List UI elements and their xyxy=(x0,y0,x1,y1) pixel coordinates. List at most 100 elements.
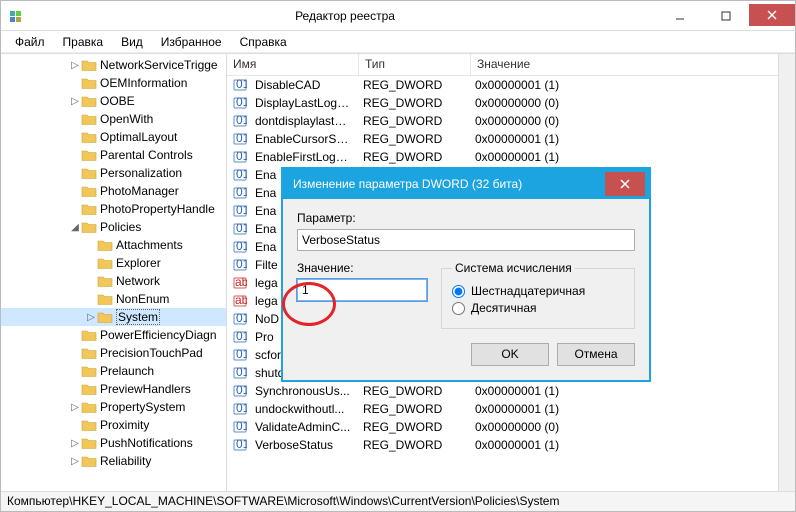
menu-edit[interactable]: Правка xyxy=(55,33,112,51)
col-type[interactable]: Тип xyxy=(359,54,471,75)
reg-value-icon: 011 xyxy=(231,258,249,272)
svg-text:011: 011 xyxy=(236,312,247,325)
svg-text:011: 011 xyxy=(236,438,247,451)
expander-icon[interactable]: ▷ xyxy=(69,456,81,467)
tree-item-label: System xyxy=(116,309,160,325)
reg-value-icon: 011 xyxy=(231,78,249,92)
list-row[interactable]: 011SynchronousUs...REG_DWORD0x00000001 (… xyxy=(227,382,795,400)
tree-item[interactable]: Attachments xyxy=(1,236,226,254)
list-row[interactable]: 011VerboseStatusREG_DWORD0x00000001 (1) xyxy=(227,436,795,454)
svg-text:011: 011 xyxy=(236,150,247,163)
radio-hex[interactable]: Шестнадцатеричная xyxy=(452,284,624,298)
expander-icon[interactable]: ▷ xyxy=(69,438,81,449)
ok-button[interactable]: OK xyxy=(471,343,549,366)
tree-item[interactable]: Parental Controls xyxy=(1,146,226,164)
tree-item[interactable]: OpenWith xyxy=(1,110,226,128)
tree-item[interactable]: ▷OOBE xyxy=(1,92,226,110)
svg-text:ab: ab xyxy=(235,294,247,307)
cell-name: DisplayLastLogo... xyxy=(249,96,357,110)
tree-item[interactable]: PhotoPropertyHandle xyxy=(1,200,226,218)
tree-item[interactable]: Network xyxy=(1,272,226,290)
list-row[interactable]: 011DisplayLastLogo...REG_DWORD0x00000000… xyxy=(227,94,795,112)
menubar: Файл Правка Вид Избранное Справка xyxy=(1,31,795,53)
tree-item[interactable]: NonEnum xyxy=(1,290,226,308)
tree-item[interactable]: OEMInformation xyxy=(1,74,226,92)
maximize-button[interactable] xyxy=(703,4,749,28)
tree-item-label: OpenWith xyxy=(100,112,153,126)
param-name-field[interactable] xyxy=(297,229,635,251)
tree-item[interactable]: OptimalLayout xyxy=(1,128,226,146)
expander-icon[interactable]: ▷ xyxy=(69,402,81,413)
tree-item[interactable]: PreviewHandlers xyxy=(1,380,226,398)
list-row[interactable]: 011dontdisplaylastu...REG_DWORD0x0000000… xyxy=(227,112,795,130)
tree-item[interactable]: Proximity xyxy=(1,416,226,434)
svg-text:011: 011 xyxy=(236,78,247,91)
svg-text:011: 011 xyxy=(236,96,247,109)
tree-item[interactable]: PrecisionTouchPad xyxy=(1,344,226,362)
col-value[interactable]: Значение xyxy=(471,54,795,75)
svg-text:011: 011 xyxy=(236,222,247,235)
tree-item[interactable]: ▷Reliability xyxy=(1,452,226,470)
svg-text:011: 011 xyxy=(236,366,247,379)
folder-icon xyxy=(81,418,97,432)
radio-hex-input[interactable] xyxy=(452,285,465,298)
svg-text:011: 011 xyxy=(236,402,247,415)
cell-value: 0x00000001 (1) xyxy=(469,132,795,146)
tree-item[interactable]: ▷ System xyxy=(1,308,226,326)
close-button[interactable] xyxy=(749,4,795,26)
list-row[interactable]: 011undockwithoutl...REG_DWORD0x00000001 … xyxy=(227,400,795,418)
cell-type: REG_DWORD xyxy=(357,96,469,110)
tree-item-label: PrecisionTouchPad xyxy=(100,346,203,360)
list-row[interactable]: 011EnableFirstLogo...REG_DWORD0x00000001… xyxy=(227,148,795,166)
expander-icon[interactable]: ▷ xyxy=(69,96,81,107)
expander-icon[interactable]: ▷ xyxy=(85,312,97,323)
tree-pane[interactable]: ▷NetworkServiceTrigge OEMInformation ▷OOBE… xyxy=(1,54,227,491)
tree-item[interactable]: Explorer xyxy=(1,254,226,272)
tree-item[interactable]: ▷PropertySystem xyxy=(1,398,226,416)
col-name[interactable]: Имя xyxy=(227,54,359,75)
menu-file[interactable]: Файл xyxy=(7,33,53,51)
tree-item[interactable]: ▷NetworkServiceTrigge xyxy=(1,56,226,74)
tree-item-label: PushNotifications xyxy=(100,436,193,450)
expander-icon[interactable]: ◢ xyxy=(69,222,81,233)
cancel-button[interactable]: Отмена xyxy=(557,343,635,366)
cell-name: dontdisplaylastu... xyxy=(249,114,357,128)
radio-hex-label: Шестнадцатеричная xyxy=(471,284,585,298)
reg-value-icon: 011 xyxy=(231,186,249,200)
tree-item[interactable]: Prelaunch xyxy=(1,362,226,380)
dialog-close-button[interactable] xyxy=(605,172,645,196)
tree-item-label: OEMInformation xyxy=(100,76,187,90)
menu-help[interactable]: Справка xyxy=(232,33,295,51)
list-vertical-scrollbar[interactable] xyxy=(778,54,795,491)
radio-dec-input[interactable] xyxy=(452,302,465,315)
cell-type: REG_DWORD xyxy=(357,150,469,164)
menu-view[interactable]: Вид xyxy=(113,33,151,51)
tree-item[interactable]: ▷ PushNotifications xyxy=(1,434,226,452)
menu-favorites[interactable]: Избранное xyxy=(153,33,230,51)
dialog-titlebar[interactable]: Изменение параметра DWORD (32 бита) xyxy=(283,169,649,199)
value-input[interactable] xyxy=(297,279,427,301)
svg-text:011: 011 xyxy=(236,132,247,145)
folder-icon xyxy=(81,130,97,144)
tree-item[interactable]: PhotoManager xyxy=(1,182,226,200)
reg-value-icon: 011 xyxy=(231,366,249,380)
svg-text:011: 011 xyxy=(236,384,247,397)
cell-name: EnableCursorSu... xyxy=(249,132,357,146)
tree-item-label: PreviewHandlers xyxy=(100,382,191,396)
minimize-button[interactable] xyxy=(657,4,703,28)
tree-item[interactable]: ◢Policies xyxy=(1,218,226,236)
list-row[interactable]: 011ValidateAdminC...REG_DWORD0x00000000 … xyxy=(227,418,795,436)
folder-icon xyxy=(81,94,97,108)
folder-icon xyxy=(81,364,97,378)
tree-item-label: Proximity xyxy=(100,418,149,432)
expander-icon[interactable]: ▷ xyxy=(69,60,81,71)
reg-value-icon: 011 xyxy=(231,312,249,326)
list-row[interactable]: 011DisableCADREG_DWORD0x00000001 (1) xyxy=(227,76,795,94)
list-row[interactable]: 011EnableCursorSu...REG_DWORD0x00000001 … xyxy=(227,130,795,148)
cell-type: REG_DWORD xyxy=(357,114,469,128)
folder-icon xyxy=(81,148,97,162)
tree-item[interactable]: Personalization xyxy=(1,164,226,182)
tree-item[interactable]: PowerEfficiencyDiagn xyxy=(1,326,226,344)
radio-dec[interactable]: Десятичная xyxy=(452,301,624,315)
cell-name: undockwithoutl... xyxy=(249,402,357,416)
